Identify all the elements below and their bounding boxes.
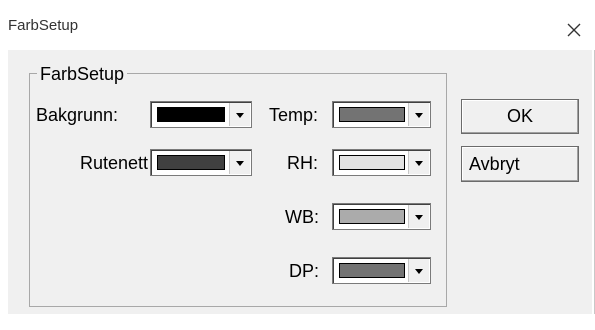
bakgrunn-dropdown-button[interactable] (229, 103, 250, 126)
dp-dropdown-button[interactable] (408, 259, 429, 282)
rh-color-combo[interactable] (332, 149, 431, 176)
wb-color-swatch (339, 209, 405, 224)
chevron-down-icon (236, 161, 244, 166)
temp-dropdown-button[interactable] (408, 103, 429, 126)
dp-label: DP: (289, 261, 320, 281)
rutenett-dropdown-button[interactable] (229, 151, 250, 174)
rh-label: RH: (287, 153, 318, 173)
rh-color-swatch (339, 155, 405, 170)
bakgrunn-color-swatch (157, 107, 225, 122)
chevron-down-icon (415, 269, 423, 274)
wb-dropdown-button[interactable] (408, 205, 429, 228)
dp-color-combo[interactable] (332, 257, 431, 284)
chevron-down-icon (415, 113, 423, 118)
temp-color-combo[interactable] (332, 101, 431, 128)
ok-button[interactable]: OK (461, 99, 579, 134)
window-title: FarbSetup (8, 17, 79, 34)
title-bar: FarbSetup (0, 0, 595, 50)
close-icon[interactable] (565, 21, 583, 39)
rutenett-label: Rutenett (80, 153, 149, 173)
temp-label: Temp: (269, 105, 319, 125)
chevron-down-icon (415, 161, 423, 166)
window-bottom-edge (0, 314, 595, 330)
bakgrunn-label: Bakgrunn: (36, 105, 119, 125)
rutenett-color-swatch (157, 155, 225, 170)
bakgrunn-color-combo[interactable] (150, 101, 252, 128)
dialog-window: FarbSetup FarbSetup Bakgrunn: Rutenett T… (0, 0, 595, 330)
chevron-down-icon (236, 113, 244, 118)
chevron-down-icon (415, 215, 423, 220)
temp-color-swatch (339, 107, 405, 122)
rutenett-color-combo[interactable] (150, 149, 252, 176)
wb-label: WB: (285, 207, 319, 227)
dp-color-swatch (339, 263, 405, 278)
groupbox-legend: FarbSetup (37, 64, 128, 84)
wb-color-combo[interactable] (332, 203, 431, 230)
rh-dropdown-button[interactable] (408, 151, 429, 174)
cancel-button[interactable]: Avbryt (461, 146, 579, 182)
